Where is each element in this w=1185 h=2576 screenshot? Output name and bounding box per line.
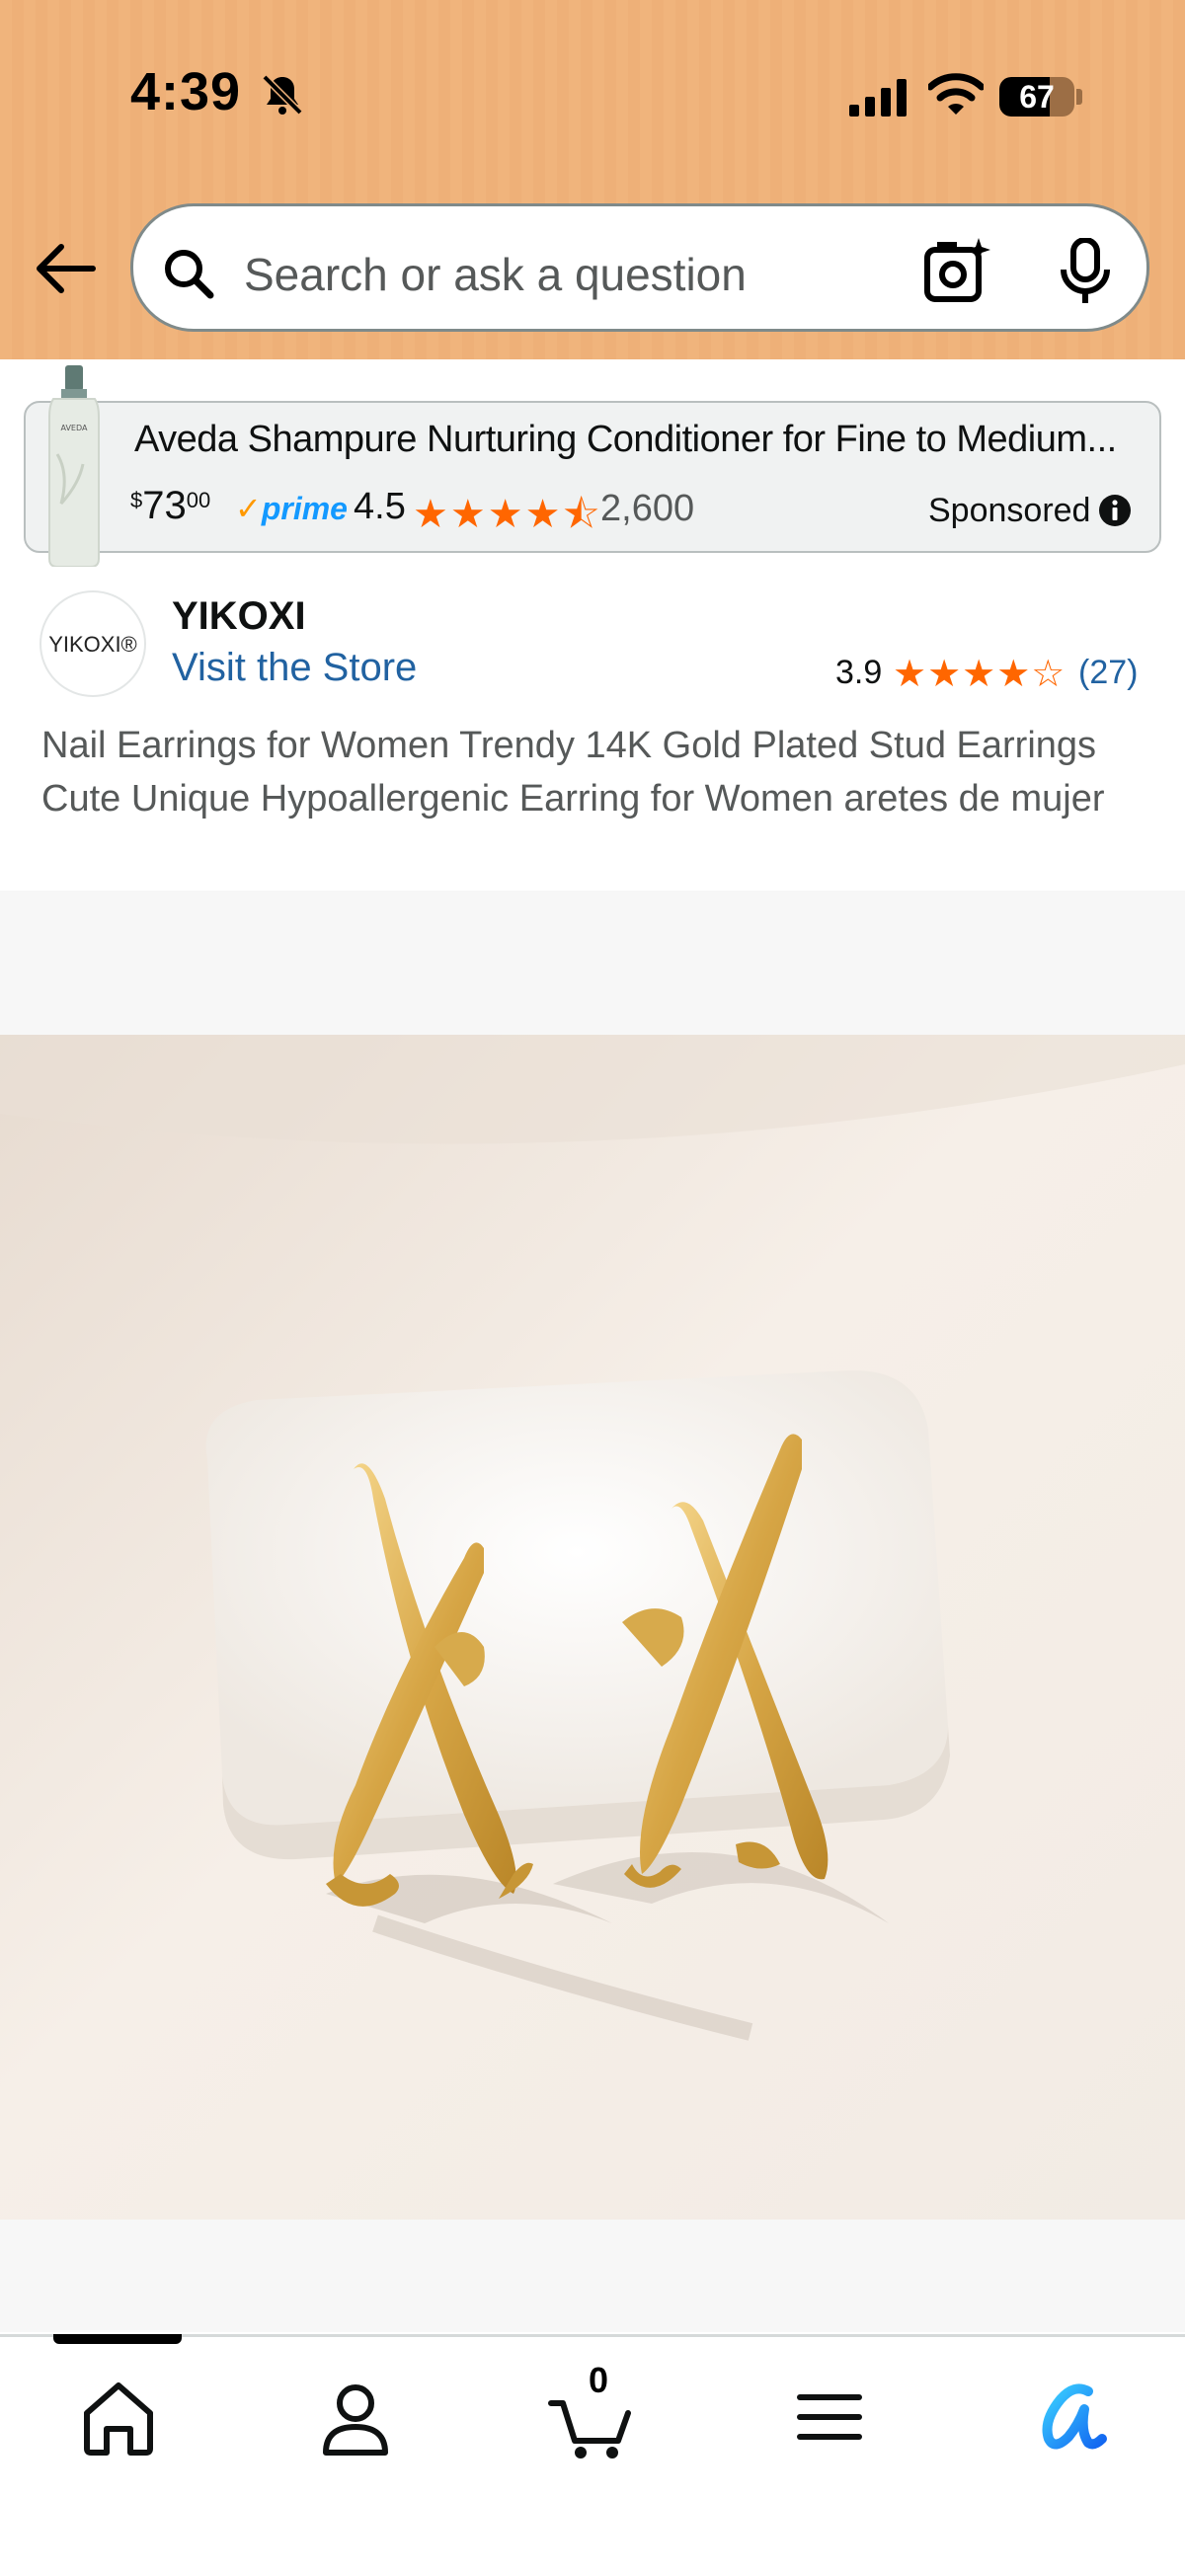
status-time: 4:39 [130,62,242,121]
bell-muted-icon [262,74,303,116]
cart-count-badge: 0 [589,2360,609,2400]
product-rating-value[interactable]: 3.9 [835,654,882,692]
sponsored-label: Sponsored [928,492,1091,529]
product-image-earrings[interactable] [0,1035,1185,2220]
search-bar[interactable]: Search or ask a question [130,203,1149,332]
active-tab-indicator [53,2334,182,2344]
info-icon[interactable] [1098,494,1132,527]
ad-review-count: 2,600 [600,488,695,529]
home-icon[interactable] [71,2370,166,2464]
product-review-count[interactable]: (27) [1078,654,1138,692]
ad-price: $7300 [130,484,211,527]
product-title: Nail Earrings for Women Trendy 14K Gold … [41,725,1105,820]
search-icon [165,250,214,299]
ad-rating-value: 4.5 [354,486,406,527]
account-icon[interactable] [308,2370,403,2464]
product-star-rating[interactable]: ★★★★☆ [893,652,1066,696]
visit-store-link[interactable]: Visit the Store [172,646,417,690]
camera-search-icon[interactable] [923,236,992,305]
battery-percent: 67 [1019,79,1055,115]
bottle-brand-text: AVEDA [61,424,89,432]
rufus-icon[interactable] [1019,2370,1114,2464]
brand-name: YIKOXI [172,594,306,638]
back-arrow-icon[interactable] [34,241,97,296]
battery-indicator: 67 [999,77,1082,117]
cellular-signal-icon [849,79,907,117]
ad-star-rating: ★★★★⯪ [413,493,602,536]
brand-logo-text: YIKOXI® [48,632,137,657]
conditioner-bottle-image: AVEDA [48,365,100,567]
prime-badge: ✓prime [235,491,348,526]
microphone-icon[interactable] [1056,238,1115,305]
ad-product-title[interactable]: Aveda Shampure Nurturing Conditioner for… [134,419,1122,461]
wifi-icon [928,73,984,115]
search-input[interactable]: Search or ask a question [244,248,747,301]
menu-icon[interactable] [782,2370,877,2464]
brand-logo[interactable]: YIKOXI® [40,590,146,697]
